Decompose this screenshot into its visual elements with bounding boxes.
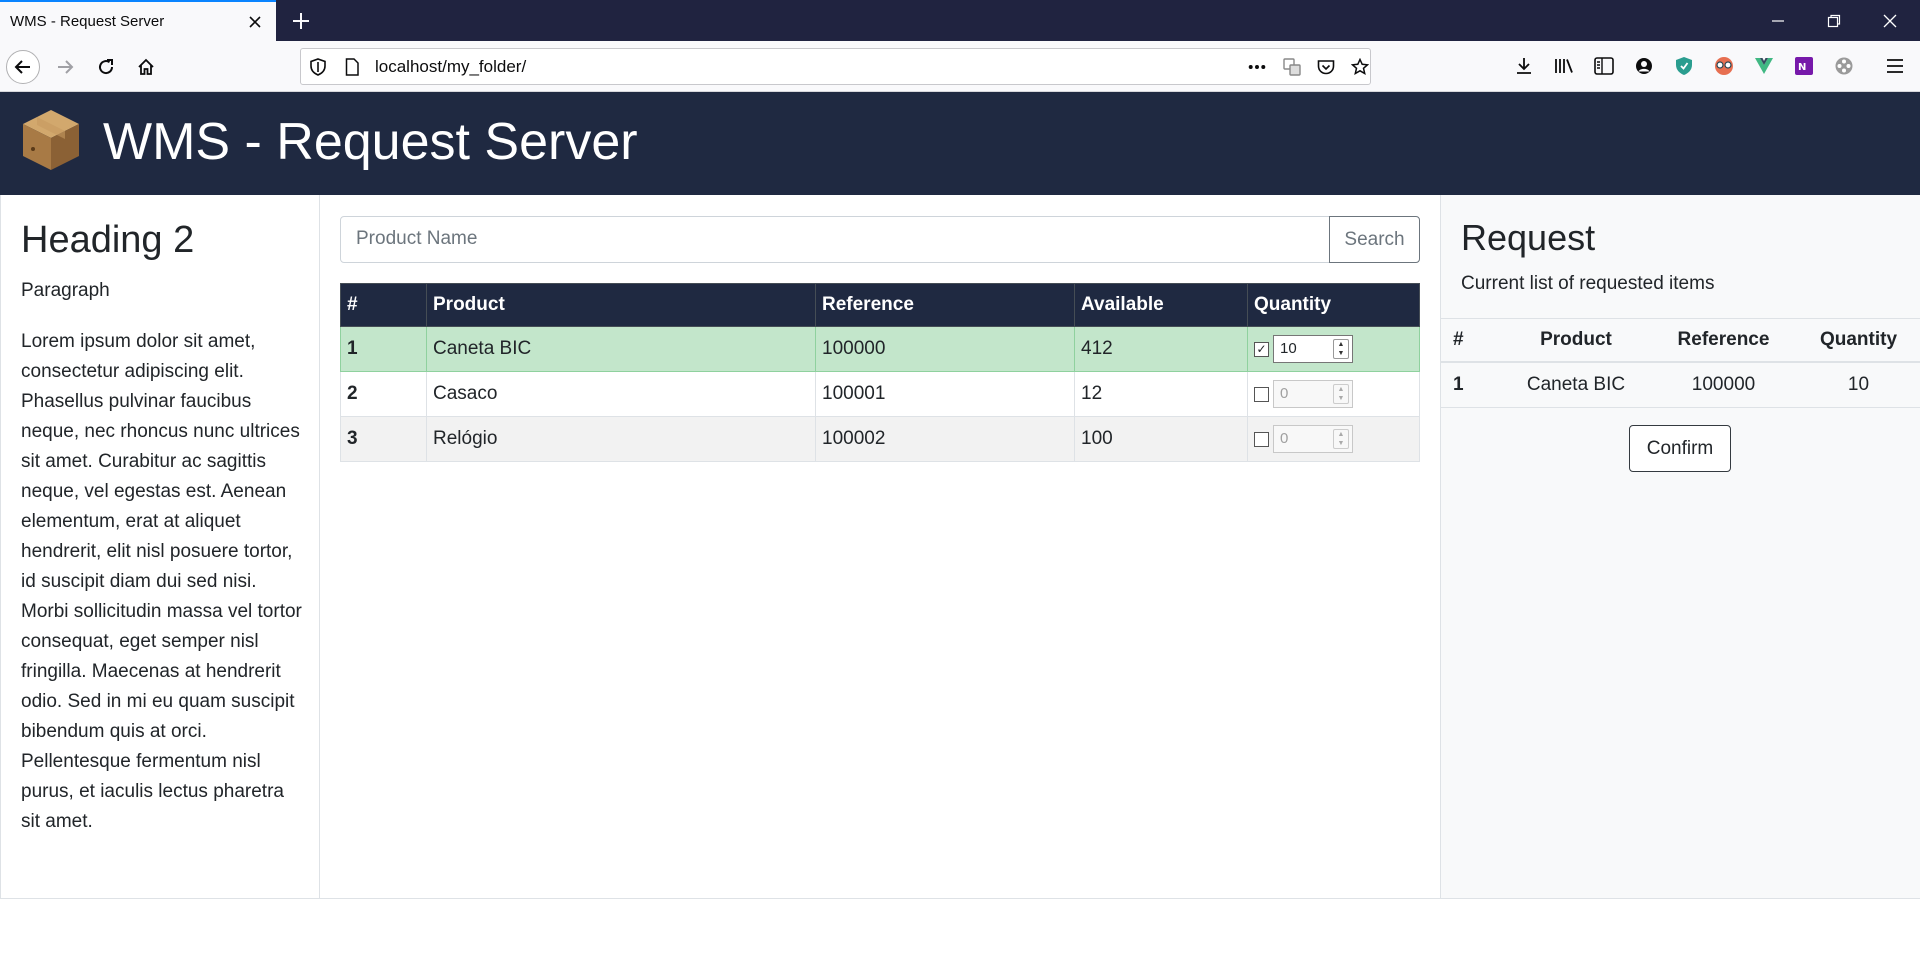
row-available: 412 xyxy=(1074,326,1248,372)
sidebar-paragraph-label: Paragraph xyxy=(21,280,110,301)
row-quantity-cell: 0 ▲ ▼ xyxy=(1247,416,1420,462)
shield-icon[interactable] xyxy=(309,58,327,76)
req-header-id: # xyxy=(1441,318,1501,363)
products-table: # Product Reference Available Quantity 1… xyxy=(340,283,1420,462)
row-reference: 100002 xyxy=(815,416,1075,462)
row-product: Relógio xyxy=(426,416,816,462)
request-subtitle: Current list of requested items xyxy=(1461,273,1715,294)
spinner-arrows-icon[interactable]: ▲ ▼ xyxy=(1333,429,1349,449)
row-quantity-cell: ✓ 10 ▲ ▼ xyxy=(1247,326,1420,372)
request-title: Request xyxy=(1461,217,1596,258)
col-header-reference: Reference xyxy=(815,283,1075,327)
select-checkbox[interactable] xyxy=(1254,431,1269,447)
request-panel: Request Current list of requested items … xyxy=(1440,195,1920,899)
table-row: 1 Caneta BIC 100000 10 xyxy=(1441,361,1920,408)
glasses-extension-icon[interactable] xyxy=(1712,54,1736,78)
reload-button[interactable] xyxy=(89,50,123,84)
spinner-arrows-icon[interactable]: ▲ ▼ xyxy=(1333,384,1349,404)
close-icon[interactable] xyxy=(244,11,266,33)
forward-button[interactable] xyxy=(48,50,82,84)
browser-toolbar: localhost/my_folder/ N xyxy=(0,41,1920,92)
row-reference: 100001 xyxy=(815,371,1075,417)
col-header-quantity: Quantity xyxy=(1247,283,1420,327)
vue-devtools-icon[interactable] xyxy=(1752,54,1776,78)
products-header-row: # Product Reference Available Quantity xyxy=(340,283,1420,327)
svg-text:N: N xyxy=(1798,62,1806,73)
row-available: 100 xyxy=(1074,416,1248,462)
req-row-quantity: 10 xyxy=(1796,361,1920,408)
browser-tab-bar: WMS - Request Server xyxy=(0,0,1920,41)
row-product: Caneta BIC xyxy=(426,326,816,372)
req-row-id: 1 xyxy=(1441,361,1501,408)
tab-title: WMS - Request Server xyxy=(10,13,165,30)
back-button[interactable] xyxy=(6,50,40,84)
spinner-arrows-icon[interactable]: ▲ ▼ xyxy=(1333,339,1349,359)
library-icon[interactable] xyxy=(1552,54,1576,78)
left-sidebar: Heading 2 Paragraph Lorem ipsum dolor si… xyxy=(0,195,320,899)
box-icon xyxy=(20,107,82,173)
row-reference: 100000 xyxy=(815,326,1075,372)
onenote-icon[interactable]: N xyxy=(1792,54,1816,78)
select-checkbox[interactable]: ✓ xyxy=(1254,341,1269,357)
window-close-icon[interactable] xyxy=(1870,8,1910,34)
row-product: Casaco xyxy=(426,371,816,417)
search-input[interactable]: Product Name xyxy=(340,216,1350,263)
row-quantity-cell: 0 ▲ ▼ xyxy=(1247,371,1420,417)
new-tab-button[interactable] xyxy=(288,8,314,34)
quantity-stepper[interactable]: 0 ▲ ▼ xyxy=(1273,380,1353,408)
url-text: localhost/my_folder/ xyxy=(375,57,527,76)
quantity-stepper[interactable]: 10 ▲ ▼ xyxy=(1273,335,1353,363)
menu-icon[interactable] xyxy=(1883,54,1907,78)
col-header-id: # xyxy=(340,283,427,327)
request-table: # Product Reference Quantity 1 Caneta BI… xyxy=(1441,318,1920,408)
url-bar[interactable]: localhost/my_folder/ xyxy=(300,48,1371,85)
req-row-reference: 100000 xyxy=(1651,361,1796,408)
bookmark-star-icon[interactable] xyxy=(1351,58,1369,76)
req-header-reference: Reference xyxy=(1651,318,1796,363)
app-title: WMS - Request Server xyxy=(103,113,638,171)
quantity-value: 0 xyxy=(1280,385,1289,402)
translate-icon[interactable] xyxy=(1283,58,1301,76)
quantity-value: 0 xyxy=(1280,430,1289,447)
browser-tab[interactable]: WMS - Request Server xyxy=(0,0,276,41)
account-icon[interactable] xyxy=(1632,54,1656,78)
shield-extension-icon[interactable] xyxy=(1672,54,1696,78)
sidebar-heading: Heading 2 xyxy=(21,219,195,261)
minimize-icon[interactable] xyxy=(1758,8,1798,34)
restore-icon[interactable] xyxy=(1814,8,1854,34)
downloads-icon[interactable] xyxy=(1512,54,1536,78)
home-button[interactable] xyxy=(129,50,163,84)
quantity-stepper[interactable]: 0 ▲ ▼ xyxy=(1273,425,1353,453)
row-available: 12 xyxy=(1074,371,1248,417)
quantity-value: 10 xyxy=(1280,340,1297,357)
table-row[interactable]: 1 Caneta BIC 100000 412 ✓ 10 ▲ ▼ xyxy=(340,326,1420,372)
col-header-product: Product xyxy=(426,283,816,327)
app-header: WMS - Request Server xyxy=(0,92,1920,195)
page-info-icon[interactable] xyxy=(343,58,361,76)
col-header-available: Available xyxy=(1074,283,1248,327)
row-id: 1 xyxy=(340,326,427,372)
confirm-button[interactable]: Confirm xyxy=(1629,425,1731,472)
sidebar-lorem-text: Lorem ipsum dolor sit amet, consectetur … xyxy=(21,331,302,832)
table-row[interactable]: 3 Relógio 100002 100 0 ▲ ▼ xyxy=(340,416,1420,462)
row-id: 2 xyxy=(340,371,427,417)
row-id: 3 xyxy=(340,416,427,462)
search-button[interactable]: Search xyxy=(1329,216,1420,263)
req-row-product: Caneta BIC xyxy=(1501,361,1651,408)
pocket-icon[interactable] xyxy=(1317,58,1335,76)
more-actions-icon[interactable] xyxy=(1248,58,1266,76)
req-header-quantity: Quantity xyxy=(1796,318,1920,363)
sidebar-icon[interactable] xyxy=(1592,54,1616,78)
request-header-row: # Product Reference Quantity xyxy=(1441,318,1920,363)
table-row[interactable]: 2 Casaco 100001 12 0 ▲ ▼ xyxy=(340,371,1420,417)
film-extension-icon[interactable] xyxy=(1832,54,1856,78)
select-checkbox[interactable] xyxy=(1254,386,1269,402)
main-content: Product Name Search # Product Reference … xyxy=(320,195,1440,899)
req-header-product: Product xyxy=(1501,318,1651,363)
